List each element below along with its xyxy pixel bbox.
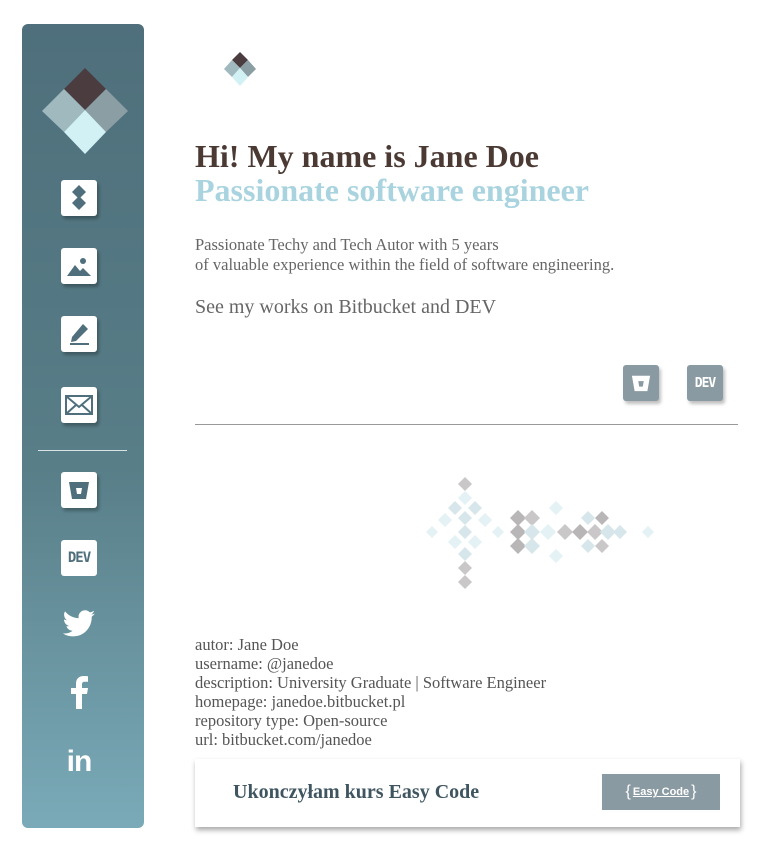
pattern-diamond	[510, 524, 526, 540]
pattern-diamond	[458, 525, 472, 539]
sidebar-link-bitbucket[interactable]	[61, 472, 97, 508]
pattern-diamond	[524, 538, 540, 554]
pattern-diamond	[438, 513, 452, 527]
twitter-icon	[62, 610, 95, 637]
pattern-diamond	[458, 561, 472, 575]
pattern-diamond	[524, 510, 540, 526]
pattern-diamond	[581, 539, 595, 553]
profile-autor: autor: Jane Doe	[195, 635, 299, 654]
course-card: Ukonczyłam kurs Easy Code { Easy Code }	[195, 759, 740, 827]
dev-icon: DEV	[61, 540, 97, 576]
easy-code-badge[interactable]: { Easy Code }	[602, 774, 720, 810]
sidebar-item-home[interactable]	[61, 180, 97, 216]
pattern-diamond	[468, 501, 482, 515]
image-icon	[67, 258, 91, 276]
sidebar-link-twitter[interactable]	[61, 606, 97, 642]
mail-icon	[65, 395, 93, 415]
sidebar-divider	[38, 450, 127, 451]
pattern-diamond	[510, 510, 526, 526]
section-divider	[195, 424, 738, 425]
profile-homepage: homepage: janedoe.bitbucket.pl	[195, 692, 406, 711]
pattern-diamond	[557, 524, 573, 540]
pattern-diamond	[549, 549, 563, 563]
badge-bracket: {	[625, 783, 631, 800]
linkedin-icon: in	[66, 745, 93, 778]
pattern-diamond	[581, 511, 595, 525]
pattern-diamond	[492, 526, 504, 538]
pattern-diamond	[595, 511, 609, 525]
page-subtitle: Passionate software engineer	[195, 172, 589, 208]
decorative-pattern	[426, 477, 654, 589]
bitbucket-link-button[interactable]	[623, 365, 659, 401]
pattern-diamond	[478, 513, 492, 527]
course-text: Ukonczyłam kurs Easy Code	[233, 781, 480, 803]
pattern-diamond	[448, 535, 462, 549]
pattern-diamond	[549, 501, 563, 515]
pattern-diamond	[426, 526, 438, 538]
dev-icon: DEV	[694, 375, 717, 391]
intro-text: Passionate Techy and Tech Autor with 5 y…	[195, 235, 614, 275]
pattern-diamond	[458, 547, 472, 561]
pattern-diamond	[595, 539, 609, 553]
dev-link-button[interactable]: DEV	[687, 365, 723, 401]
profile-info: autor: Jane Doe username: @janedoe descr…	[195, 635, 546, 749]
pattern-diamond	[468, 535, 482, 549]
badge-bracket: }	[691, 783, 697, 800]
pattern-diamond	[458, 491, 472, 505]
sidebar-link-facebook[interactable]	[61, 674, 97, 710]
sidebar-link-dev[interactable]: DEV	[61, 540, 97, 576]
edit-icon	[70, 324, 89, 345]
pattern-diamond	[540, 524, 556, 540]
pattern-diamond	[510, 538, 526, 554]
pattern-diamond	[448, 501, 462, 515]
sidebar-item-gallery[interactable]	[61, 248, 97, 284]
profile-url: url: bitbucket.com/janedoe	[195, 730, 372, 749]
page-title: Hi! My name is Jane Doe	[195, 138, 539, 174]
sidebar-link-linkedin[interactable]: in	[61, 744, 97, 780]
small-logo-icon	[224, 52, 256, 86]
sidebar-item-contact[interactable]	[61, 387, 97, 423]
sidebar-item-blog[interactable]	[61, 316, 97, 352]
profile-username: username: @janedoe	[195, 654, 334, 673]
works-text: See my works on Bitbucket and DEV	[195, 296, 497, 318]
intro-line: Passionate Techy and Tech Autor with 5 y…	[195, 235, 499, 254]
home-icon	[72, 185, 86, 210]
pattern-diamond	[572, 524, 588, 540]
intro-line: of valuable experience within the field …	[195, 255, 615, 274]
badge-label: Easy Code	[632, 786, 690, 798]
pattern-diamond	[524, 524, 540, 540]
profile-description: description: University Graduate | Softw…	[195, 673, 547, 692]
facebook-icon	[71, 676, 88, 709]
logo-icon[interactable]	[40, 66, 130, 156]
pattern-diamond	[642, 526, 654, 538]
bitbucket-icon	[631, 375, 651, 392]
pattern-diamond	[613, 525, 627, 539]
pattern-diamond	[458, 575, 472, 589]
profile-repository-type: repository type: Open-source	[195, 711, 388, 730]
bitbucket-icon	[69, 482, 89, 499]
pattern-diamond	[458, 511, 472, 525]
pattern-diamond	[458, 477, 472, 491]
